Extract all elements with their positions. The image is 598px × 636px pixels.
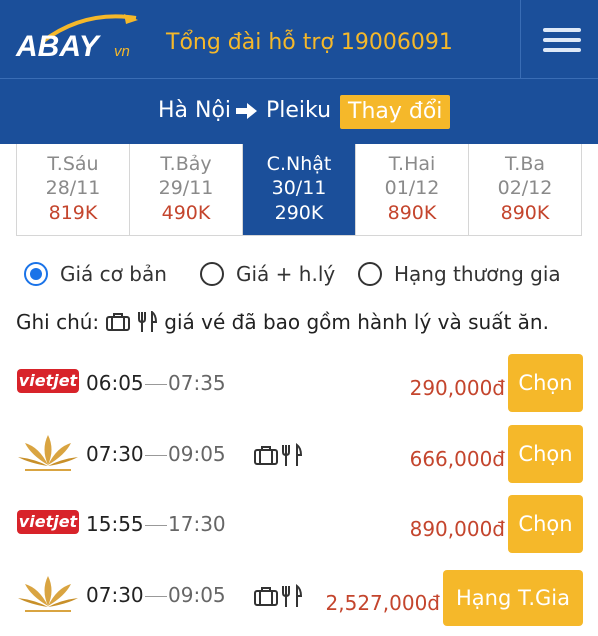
radio-button[interactable] bbox=[24, 262, 48, 286]
flight-price: 666,000đ bbox=[409, 447, 505, 471]
abay-logo[interactable]: ABAY vn bbox=[14, 12, 144, 63]
luggage-meal-icons bbox=[254, 583, 303, 607]
right-arrow-icon bbox=[236, 103, 257, 119]
date-tab[interactable]: T.Hai 01/12 890K bbox=[356, 144, 469, 235]
date-tab-date: 30/11 bbox=[271, 177, 327, 199]
top-header: ABAY vn Tổng đài hỗ trợ 19006091 bbox=[0, 0, 598, 78]
date-tab[interactable]: T.Ba 02/12 890K bbox=[469, 144, 581, 235]
departure-time: 06:05 bbox=[86, 371, 144, 395]
flight-row: 07:30 09:05 666,000đ Chọn bbox=[0, 425, 598, 485]
change-route-button[interactable]: Thay đổi bbox=[340, 95, 451, 129]
departure-time: 15:55 bbox=[86, 512, 144, 536]
date-tab-price: 490K bbox=[161, 202, 211, 224]
fare-option-label: Giá + h.lý bbox=[236, 262, 336, 286]
date-tab-weekday: T.Sáu bbox=[47, 153, 99, 175]
flight-price: 290,000đ bbox=[409, 376, 505, 400]
arrival-time: 17:30 bbox=[168, 512, 226, 536]
vietjet-logo: vietjet bbox=[17, 369, 79, 393]
date-tab[interactable]: T.Bảy 29/11 490K bbox=[130, 144, 243, 235]
date-tab-date: 29/11 bbox=[158, 177, 214, 199]
departure-time: 07:30 bbox=[86, 442, 144, 466]
select-flight-button[interactable]: Chọn bbox=[508, 425, 583, 483]
arrival-time: 07:35 bbox=[168, 371, 226, 395]
date-tab-price: 890K bbox=[387, 202, 437, 224]
fare-options: Giá cơ bản Giá + h.lý Hạng thương gia bbox=[24, 262, 584, 290]
date-tab-weekday: C.Nhật bbox=[266, 153, 332, 175]
vietjet-logo: vietjet bbox=[17, 510, 79, 534]
date-tab[interactable]: T.Sáu 28/11 819K bbox=[17, 144, 130, 235]
date-tab-date: 28/11 bbox=[45, 177, 101, 199]
flight-row: 07:30 09:05 2,527,000đ Hạng T.Gia bbox=[0, 566, 598, 626]
date-tab-date: 01/12 bbox=[384, 177, 440, 199]
select-flight-button[interactable]: Chọn bbox=[508, 495, 583, 553]
fare-option-label: Hạng thương gia bbox=[394, 262, 561, 286]
date-tab-date: 02/12 bbox=[497, 177, 553, 199]
fare-option-label: Giá cơ bản bbox=[60, 262, 167, 286]
flight-row: vietjet 06:05 07:35 290,000đ Chọn bbox=[0, 354, 598, 414]
meal-icon bbox=[137, 309, 157, 332]
flight-row: vietjet 15:55 17:30 890,000đ Chọn bbox=[0, 495, 598, 555]
hamburger-menu-icon[interactable] bbox=[520, 0, 598, 78]
arrival-time: 09:05 bbox=[168, 583, 226, 607]
date-tab-weekday: T.Hai bbox=[388, 153, 436, 175]
route-bar: Hà Nội Pleiku bbox=[0, 78, 598, 144]
date-tab[interactable]: C.Nhật 30/11 290K bbox=[243, 144, 356, 235]
hotline-text[interactable]: Tổng đài hỗ trợ 19006091 bbox=[166, 30, 453, 55]
luggage-icon bbox=[105, 313, 130, 331]
logo-text: ABAY bbox=[15, 30, 102, 62]
date-tab-weekday: T.Ba bbox=[504, 153, 546, 175]
logo-suffix: vn bbox=[114, 43, 130, 60]
date-tab-price: 819K bbox=[48, 202, 98, 224]
date-selector: T.Sáu 28/11 819K T.Bảy 29/11 490K C.Nhật 30/11 2… bbox=[16, 144, 582, 236]
date-tab-price: 290K bbox=[274, 202, 324, 224]
radio-button[interactable] bbox=[358, 262, 382, 286]
time-separator bbox=[145, 455, 167, 456]
fare-note: Ghi chú: giá vé đã bao gồm hành lý và su… bbox=[16, 309, 549, 334]
flight-price: 2,527,000đ bbox=[325, 591, 440, 615]
luggage-meal-icons bbox=[254, 442, 303, 466]
route-origin: Hà Nội bbox=[158, 98, 232, 123]
departure-time: 07:30 bbox=[86, 583, 144, 607]
time-separator bbox=[145, 384, 167, 385]
time-separator bbox=[145, 525, 167, 526]
date-tab-price: 890K bbox=[500, 202, 550, 224]
business-class-button[interactable]: Hạng T.Gia bbox=[443, 570, 583, 626]
time-separator bbox=[145, 596, 167, 597]
select-flight-button[interactable]: Chọn bbox=[508, 354, 583, 412]
note-text: giá vé đã bao gồm hành lý và suất ăn. bbox=[164, 310, 549, 334]
flight-price: 890,000đ bbox=[409, 517, 505, 541]
route-destination: Pleiku bbox=[266, 98, 332, 123]
vietnam-airlines-logo bbox=[18, 435, 78, 471]
vietnam-airlines-logo bbox=[18, 576, 78, 612]
arrival-time: 09:05 bbox=[168, 442, 226, 466]
note-prefix: Ghi chú: bbox=[16, 310, 100, 334]
radio-button[interactable] bbox=[200, 262, 224, 286]
date-tab-weekday: T.Bảy bbox=[160, 153, 212, 175]
